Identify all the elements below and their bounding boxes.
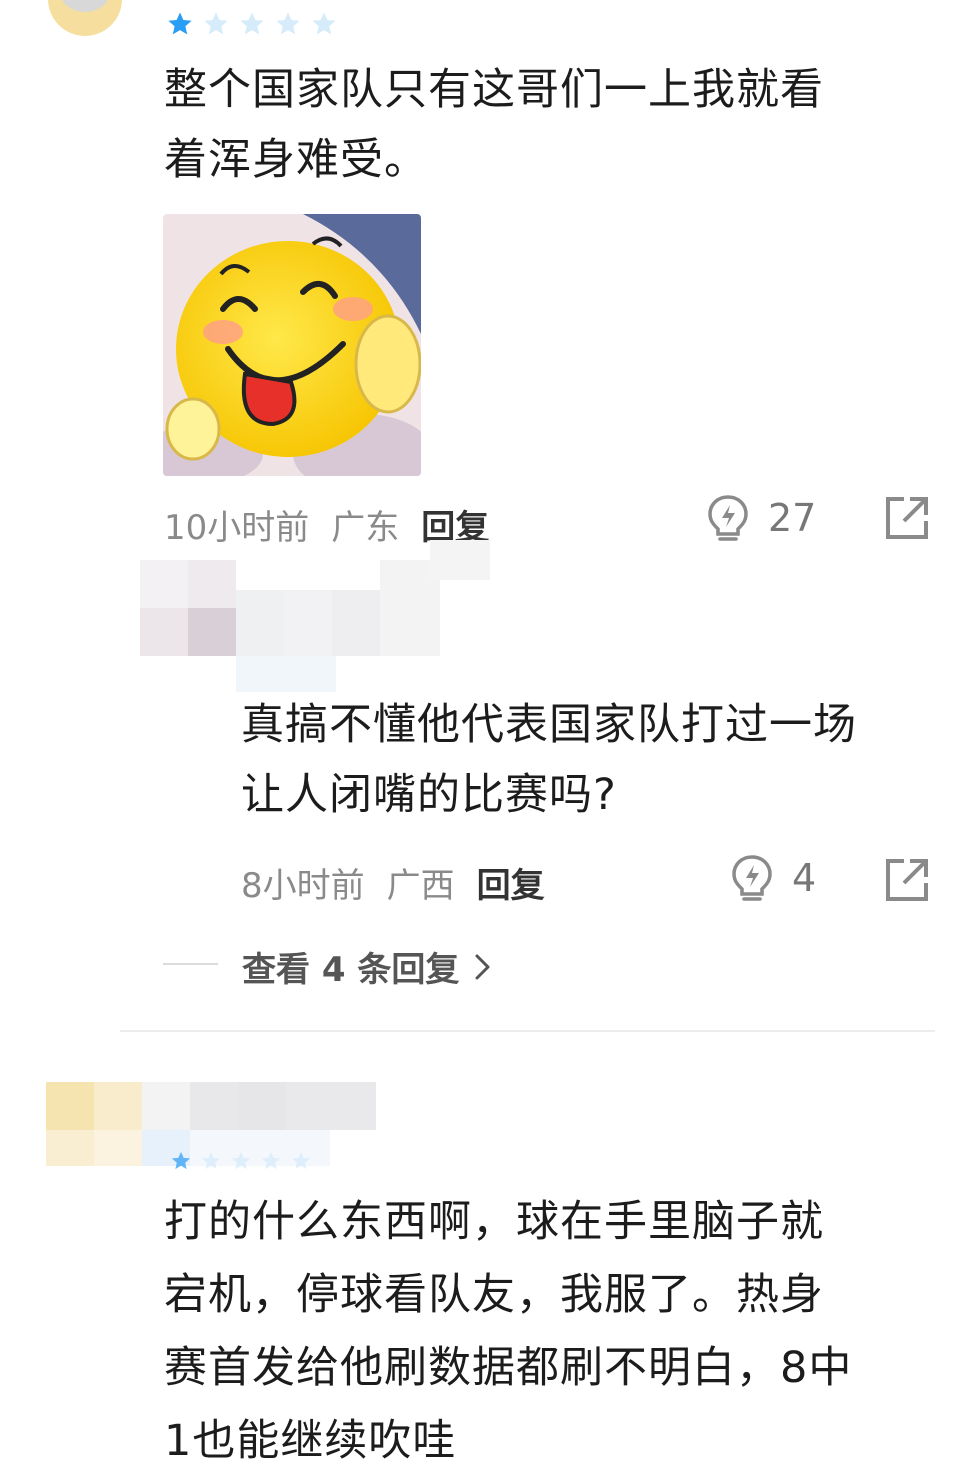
share-icon[interactable] [884,495,930,541]
like-count: 4 [792,856,817,900]
star-empty-icon [240,12,264,35]
reply-text-line: 让人闭嘴的比赛吗? [241,770,617,820]
comment-text-line: 1也能继续吹哇 [164,1416,457,1466]
rating-stars [166,10,338,38]
comment-text-line: 整个国家队只有这哥们一上我就看 [164,65,824,115]
star-empty-icon [204,12,228,35]
reply-text-line: 真搞不懂他代表国家队打过一场 [241,700,857,750]
lightbulb-icon [708,495,748,541]
comment-text-line: 着浑身难受。 [164,135,428,185]
rating-stars [170,1150,312,1172]
comment-text: 打的什么东西啊，球在手里脑子就 宕机，停球看队友，我服了。热身 赛首发给他刷数据… [164,1186,852,1478]
reply-button[interactable]: 回复 [477,858,545,907]
like-button[interactable]: 27 [706,494,816,542]
divider-short [163,963,218,965]
star-empty-icon [291,1151,311,1170]
comment-text-line: 赛首发给他刷数据都刷不明白，8中 [164,1343,853,1393]
lightbulb-icon [732,855,772,901]
star-filled-icon [171,1151,191,1170]
star-filled-icon [168,12,192,35]
avatar[interactable] [48,0,122,36]
star-empty-icon [312,12,336,35]
reply-location: 广西 [386,866,455,906]
star-empty-icon [201,1151,221,1170]
blurred-username [140,540,500,700]
comment-text: 整个国家队只有这哥们一上我就看 着浑身难受。 [164,55,824,195]
like-button[interactable]: 4 [730,854,816,902]
chevron-right-icon [475,954,490,979]
comment-image[interactable] [163,214,421,476]
comment-divider [120,1030,935,1032]
comment-text-line: 打的什么东西啊，球在手里脑子就 [164,1197,824,1247]
star-empty-icon [261,1151,281,1170]
view-replies-button[interactable]: 查看 4 条回复 [242,942,493,991]
laughing-tongue-emoji-icon [163,214,421,476]
reply-time: 8小时前 [241,866,365,906]
like-count: 27 [768,496,817,540]
star-empty-icon [276,12,300,35]
reply-text: 真搞不懂他代表国家队打过一场 让人闭嘴的比赛吗? [241,690,857,830]
star-empty-icon [231,1151,251,1170]
reply-meta: 8小时前 广西 回复 [241,858,545,907]
share-icon[interactable] [884,857,930,903]
comment-text-line: 宕机，停球看队友，我服了。热身 [164,1270,824,1320]
view-replies-label: 查看 4 条回复 [242,950,460,990]
